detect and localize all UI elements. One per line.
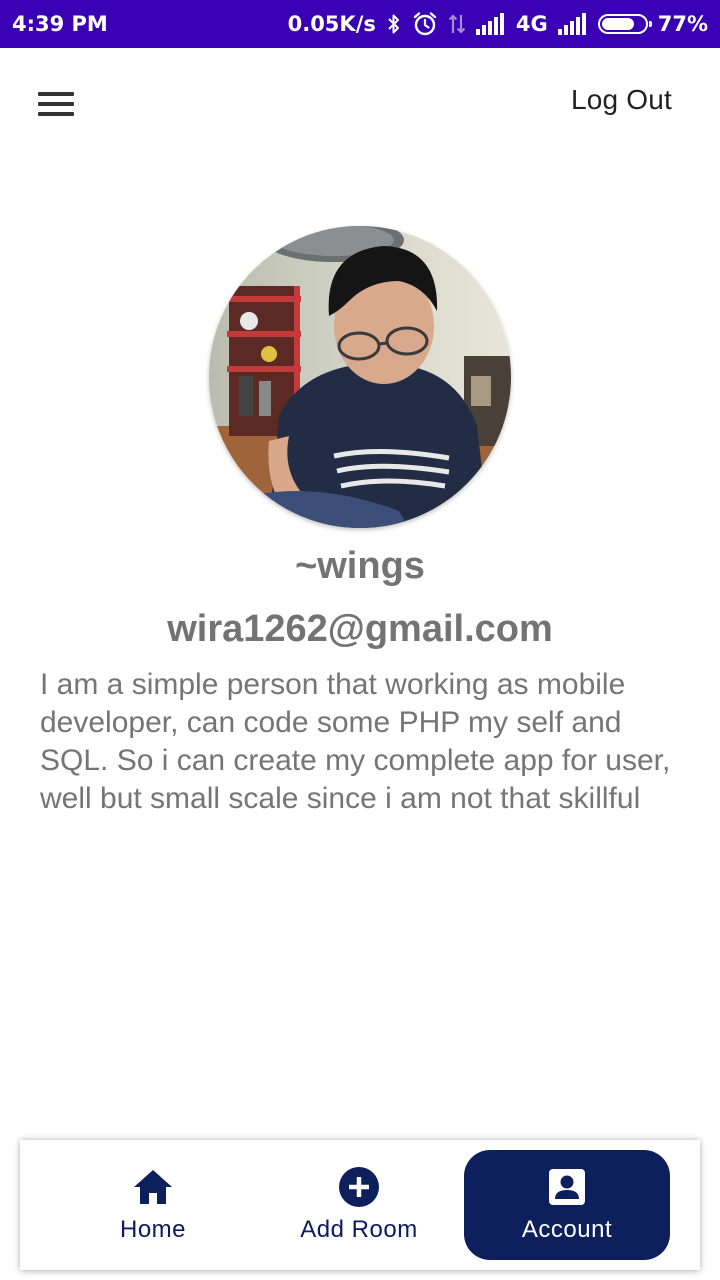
hamburger-menu-icon xyxy=(38,92,74,116)
menu-button[interactable] xyxy=(26,78,86,130)
account-box-icon xyxy=(548,1166,586,1208)
profile-photo xyxy=(209,226,511,528)
nav-label-home: Home xyxy=(119,1216,187,1243)
alarm-icon xyxy=(412,11,438,37)
bottom-navigation: Home Add Room Account xyxy=(20,1140,700,1270)
network-type: 4G xyxy=(515,12,548,36)
network-speed: 0.05K/s xyxy=(287,12,376,36)
status-time: 4:39 PM xyxy=(12,12,108,36)
data-arrows-icon xyxy=(448,12,466,36)
battery-fill xyxy=(601,18,635,30)
add-circle-icon xyxy=(338,1166,380,1208)
avatar xyxy=(209,226,511,528)
nav-item-home[interactable]: Home xyxy=(68,1150,238,1260)
status-indicators: 0.05K/s 4G 77% xyxy=(288,11,708,37)
email: wira1262@gmail.com xyxy=(167,608,553,650)
bluetooth-icon xyxy=(386,12,402,36)
nav-item-add-room[interactable]: Add Room xyxy=(274,1150,444,1260)
battery-percent: 77% xyxy=(657,12,708,36)
signal-icon xyxy=(557,13,588,35)
nav-label-add-room: Add Room xyxy=(300,1216,418,1243)
status-bar: 4:39 PM 0.05K/s 4G 77% xyxy=(0,0,720,48)
bio-text: I am a simple person that working as mob… xyxy=(40,668,671,815)
nav-label-account: Account xyxy=(521,1216,613,1243)
battery-icon xyxy=(597,14,652,34)
username: ~wings xyxy=(295,545,425,587)
nav-item-account[interactable]: Account xyxy=(464,1150,670,1260)
logout-button[interactable]: Log Out xyxy=(571,84,672,116)
app-bar: Log Out xyxy=(0,48,720,160)
signal-icon xyxy=(475,13,506,35)
home-icon xyxy=(132,1166,174,1208)
